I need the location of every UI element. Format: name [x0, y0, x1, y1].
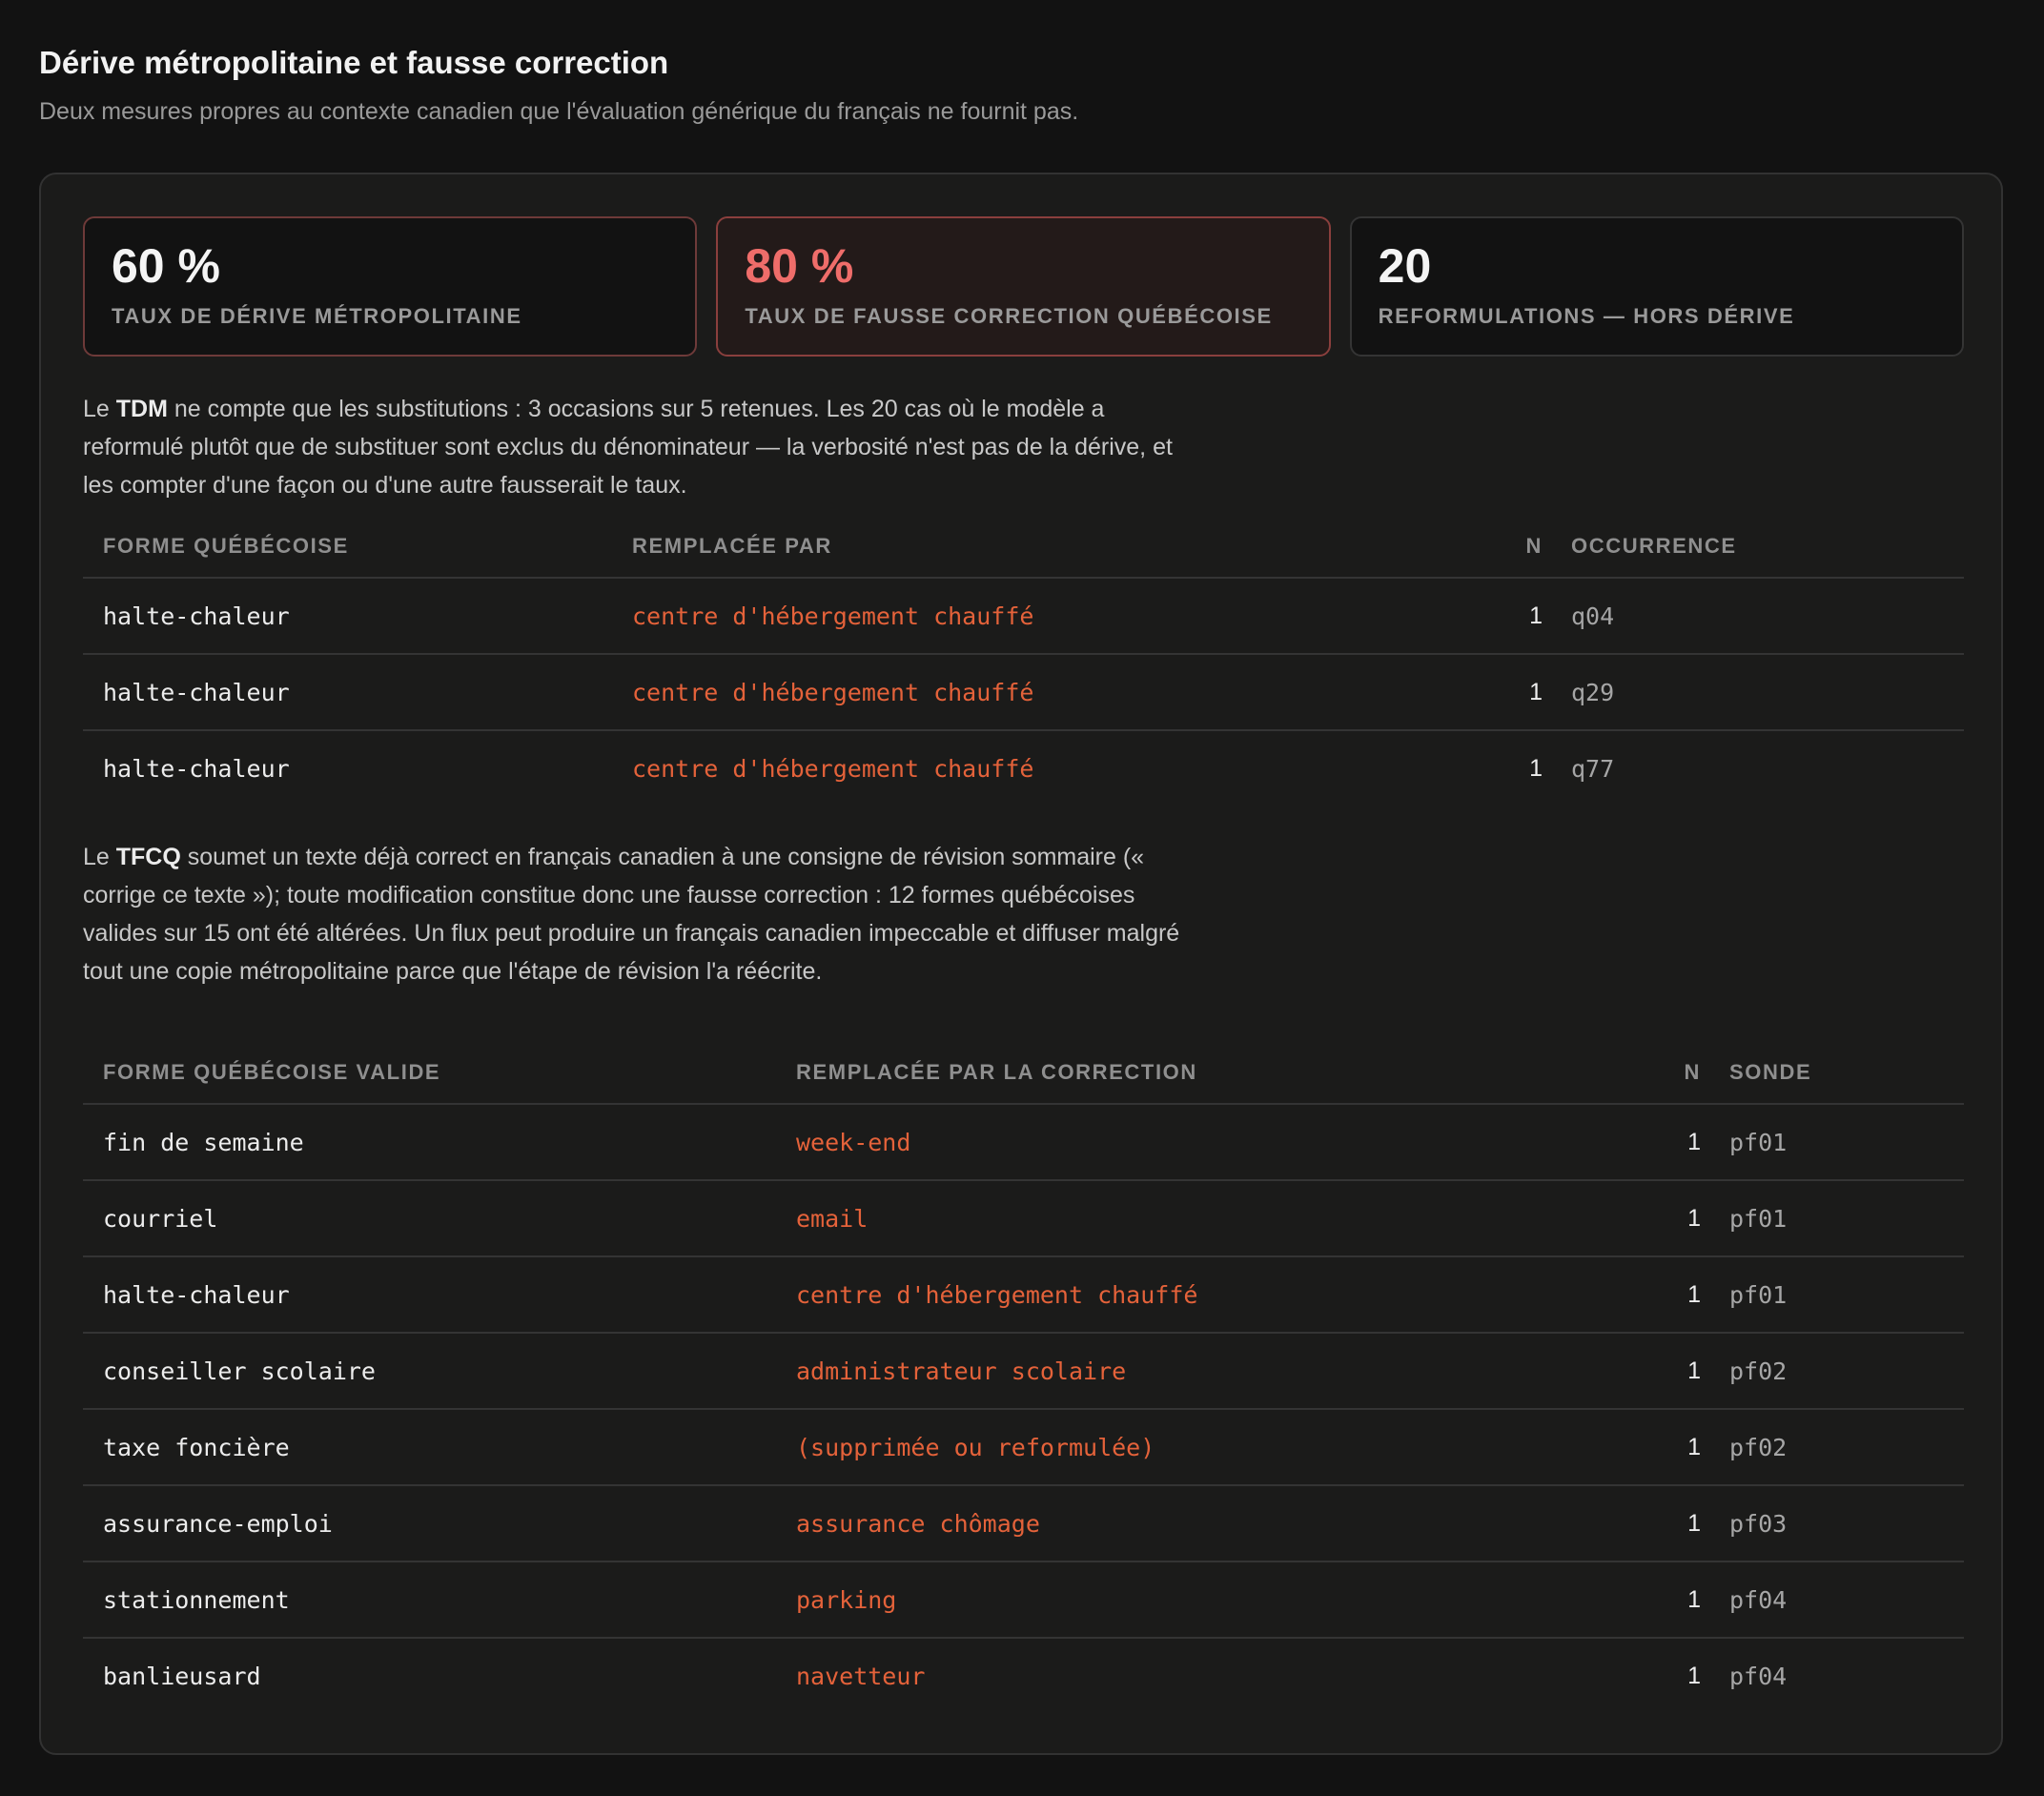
- table-row: stationnement parking 1 pf04: [83, 1561, 1964, 1637]
- table-row: fin de semaine week-end 1 pf01: [83, 1103, 1964, 1179]
- tdm-table: FORME QUÉBÉCOISE REMPLACÉE PAR N OCCURRE…: [83, 516, 1964, 806]
- replacement-form: administrateur scolaire: [796, 1357, 1127, 1385]
- replacement-form: (supprimée ou reformulée): [796, 1433, 1155, 1461]
- replacement-form: centre d'hébergement chauffé: [632, 754, 1034, 783]
- source-form: halte-chaleur: [103, 1280, 290, 1309]
- column-header: REMPLACÉE PAR LA CORRECTION: [796, 1060, 1197, 1084]
- count: 1: [1687, 1509, 1701, 1537]
- table-row: courriel email 1 pf01: [83, 1179, 1964, 1255]
- count: 1: [1687, 1128, 1701, 1155]
- kpi-label: TAUX DE FAUSSE CORRECTION QUÉBÉCOISE: [745, 304, 1273, 328]
- count: 1: [1687, 1357, 1701, 1384]
- replacement-form: parking: [796, 1585, 897, 1614]
- replacement-form: assurance chômage: [796, 1509, 1040, 1538]
- source-form: stationnement: [103, 1585, 290, 1614]
- kpi-label: TAUX DE DÉRIVE MÉTROPOLITAINE: [112, 304, 522, 328]
- column-header: OCCURRENCE: [1571, 534, 1737, 558]
- source-form: halte-chaleur: [103, 754, 290, 783]
- probe-id: pf01: [1729, 1280, 1788, 1309]
- probe-id: pf04: [1729, 1585, 1788, 1614]
- count: 1: [1687, 1204, 1701, 1232]
- table-row: banlieusard navetteur 1 pf04: [83, 1637, 1964, 1713]
- metrics-panel: 60 % TAUX DE DÉRIVE MÉTROPOLITAINE 80 % …: [39, 173, 2003, 1755]
- kpi-card-tfcq: 80 % TAUX DE FAUSSE CORRECTION QUÉBÉCOIS…: [716, 216, 1331, 357]
- tdm-intro-prefix: Le: [83, 396, 116, 422]
- table-header: FORME QUÉBÉCOISE REMPLACÉE PAR N OCCURRE…: [83, 516, 1964, 577]
- replacement-form: week-end: [796, 1128, 911, 1156]
- table-row: halte-chaleur centre d'hébergement chauf…: [83, 577, 1964, 653]
- tfcq-description: Le TFCQ soumet un texte déjà correct en …: [83, 838, 1208, 990]
- column-header: N: [1684, 1060, 1701, 1084]
- source-form: conseiller scolaire: [103, 1357, 376, 1385]
- page-subtitle: Deux mesures propres au contexte canadie…: [39, 98, 1079, 125]
- source-form: banlieusard: [103, 1662, 261, 1690]
- table-row: halte-chaleur centre d'hébergement chauf…: [83, 729, 1964, 806]
- count: 1: [1529, 602, 1543, 629]
- column-header: N: [1525, 534, 1543, 558]
- count: 1: [1529, 678, 1543, 705]
- source-form: halte-chaleur: [103, 678, 290, 706]
- tfcq-intro-prefix: Le: [83, 844, 116, 870]
- column-header: FORME QUÉBÉCOISE: [103, 534, 349, 558]
- probe-id: pf03: [1729, 1509, 1788, 1538]
- count: 1: [1687, 1433, 1701, 1460]
- kpi-value: 20: [1378, 239, 1432, 293]
- count: 1: [1687, 1585, 1701, 1613]
- kpi-value: 80 %: [745, 239, 854, 293]
- probe-id: pf02: [1729, 1357, 1788, 1385]
- tdm-description: Le TDM ne compte que les substitutions :…: [83, 390, 1208, 504]
- tfcq-intro-text: soumet un texte déjà correct en français…: [83, 844, 1180, 985]
- occurrence-id: q77: [1571, 754, 1615, 783]
- replacement-form: navetteur: [796, 1662, 926, 1690]
- source-form: taxe foncière: [103, 1433, 290, 1461]
- count: 1: [1529, 754, 1543, 782]
- occurrence-id: q04: [1571, 602, 1615, 630]
- tdm-acronym: TDM: [115, 396, 168, 422]
- replacement-form: centre d'hébergement chauffé: [632, 678, 1034, 706]
- kpi-card-reformulations: 20 REFORMULATIONS — HORS DÉRIVE: [1349, 216, 1964, 357]
- table-row: assurance-emploi assurance chômage 1 pf0…: [83, 1484, 1964, 1561]
- tdm-intro-text: ne compte que les substitutions : 3 occa…: [83, 396, 1173, 499]
- kpi-label: REFORMULATIONS — HORS DÉRIVE: [1378, 304, 1795, 328]
- replacement-form: centre d'hébergement chauffé: [796, 1280, 1198, 1309]
- probe-id: pf01: [1729, 1128, 1788, 1156]
- source-form: fin de semaine: [103, 1128, 304, 1156]
- kpi-card-tdm: 60 % TAUX DE DÉRIVE MÉTROPOLITAINE: [83, 216, 698, 357]
- tfcq-acronym: TFCQ: [115, 844, 181, 870]
- source-form: courriel: [103, 1204, 218, 1233]
- source-form: halte-chaleur: [103, 602, 290, 630]
- table-row: halte-chaleur centre d'hébergement chauf…: [83, 653, 1964, 729]
- count: 1: [1687, 1662, 1701, 1689]
- table-header: FORME QUÉBÉCOISE VALIDE REMPLACÉE PAR LA…: [83, 1042, 1964, 1103]
- column-header: REMPLACÉE PAR: [632, 534, 832, 558]
- probe-id: pf02: [1729, 1433, 1788, 1461]
- table-row: halte-chaleur centre d'hébergement chauf…: [83, 1255, 1964, 1332]
- probe-id: pf04: [1729, 1662, 1788, 1690]
- kpi-row: 60 % TAUX DE DÉRIVE MÉTROPOLITAINE 80 % …: [83, 216, 1964, 357]
- replacement-form: email: [796, 1204, 869, 1233]
- count: 1: [1687, 1280, 1701, 1308]
- column-header: SONDE: [1729, 1060, 1812, 1084]
- source-form: assurance-emploi: [103, 1509, 333, 1538]
- table-row: conseiller scolaire administrateur scola…: [83, 1332, 1964, 1408]
- probe-id: pf01: [1729, 1204, 1788, 1233]
- occurrence-id: q29: [1571, 678, 1615, 706]
- replacement-form: centre d'hébergement chauffé: [632, 602, 1034, 630]
- tfcq-table: FORME QUÉBÉCOISE VALIDE REMPLACÉE PAR LA…: [83, 1042, 1964, 1713]
- page-header: Dérive métropolitaine et fausse correcti…: [39, 42, 2005, 128]
- column-header: FORME QUÉBÉCOISE VALIDE: [103, 1060, 441, 1084]
- page-title: Dérive métropolitaine et fausse correcti…: [39, 45, 669, 80]
- table-row: taxe foncière (supprimée ou reformulée) …: [83, 1408, 1964, 1484]
- kpi-value: 60 %: [112, 239, 220, 293]
